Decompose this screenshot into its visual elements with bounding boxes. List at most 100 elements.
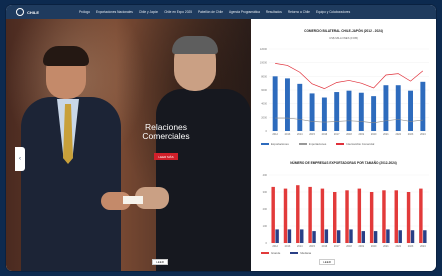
hero-read-button[interactable]: LEER bbox=[152, 259, 168, 265]
x-tick: 2013 bbox=[285, 133, 291, 136]
nav-item-2[interactable]: Chile y Japón bbox=[139, 10, 158, 14]
y-tick: 4000 bbox=[261, 102, 267, 106]
bar-large bbox=[271, 186, 275, 243]
bar-exports bbox=[309, 93, 315, 131]
bar-large bbox=[296, 185, 300, 243]
read-more-button[interactable]: LEER MÁS bbox=[154, 153, 178, 160]
bar-medium bbox=[287, 229, 292, 243]
bar-large bbox=[369, 192, 374, 243]
prev-arrow-icon[interactable]: ‹ bbox=[15, 147, 25, 171]
bar-exports bbox=[408, 90, 413, 131]
x-tick: 2019 bbox=[359, 245, 365, 248]
chart1-title: COMERCIO BILATERAL CHILE-JAPÓN (2012 - 2… bbox=[304, 29, 383, 33]
nav-item-1[interactable]: Exportaciones Nacionales bbox=[96, 10, 133, 14]
person-left-photo bbox=[21, 46, 121, 271]
chart1-legend: Exportaciones Importaciones Intercambio … bbox=[261, 142, 374, 146]
x-tick: 2013 bbox=[285, 245, 291, 248]
logo-icon bbox=[16, 8, 24, 16]
x-tick: 2015 bbox=[309, 133, 315, 136]
y-tick: 200 bbox=[263, 207, 268, 211]
x-tick: 2020 bbox=[371, 133, 377, 136]
bar-medium bbox=[398, 230, 402, 243]
bar-exports bbox=[321, 97, 327, 131]
y-tick: 300 bbox=[263, 190, 268, 194]
x-tick: 2019 bbox=[359, 133, 365, 136]
legend-exports: Exportaciones bbox=[261, 142, 289, 146]
x-tick: 2018 bbox=[346, 245, 352, 248]
bar-exports bbox=[272, 76, 278, 131]
bar-exports bbox=[334, 92, 340, 131]
y-tick: 2000 bbox=[261, 115, 267, 119]
bar-medium bbox=[275, 229, 279, 243]
charts-panel: COMERCIO BILATERAL CHILE-JAPÓN (2012 - 2… bbox=[251, 19, 436, 271]
bar-exports bbox=[371, 96, 377, 131]
y-tick: 100 bbox=[263, 224, 268, 228]
x-tick: 2016 bbox=[322, 133, 328, 136]
bar-exports bbox=[346, 90, 352, 131]
x-tick: 2012 bbox=[272, 245, 278, 248]
x-tick: 2021 bbox=[383, 245, 389, 248]
x-tick: 2017 bbox=[334, 245, 340, 248]
bar-medium bbox=[336, 230, 341, 243]
handshake-photo bbox=[101, 187, 171, 217]
bar-exports bbox=[297, 83, 303, 131]
bar-large bbox=[345, 190, 349, 243]
x-tick: 2022 bbox=[395, 245, 401, 248]
chart1-svg: 0 2000 4000 6000 8000 10000 12000 2012 2013 2014 2… bbox=[260, 47, 429, 136]
nav-item-5[interactable]: Agenda Programática bbox=[229, 10, 260, 14]
x-tick: 2018 bbox=[346, 133, 352, 136]
bar-medium bbox=[386, 229, 390, 243]
bar-medium bbox=[324, 229, 329, 243]
bar-medium bbox=[373, 231, 378, 243]
logo[interactable]: CHILE bbox=[16, 8, 39, 16]
bar-large bbox=[308, 186, 312, 243]
nav-item-3[interactable]: Chile en Expo 2025 bbox=[164, 10, 192, 14]
bar-medium bbox=[312, 231, 316, 243]
x-tick: 2016 bbox=[322, 245, 328, 248]
top-navigation: CHILE Prólogo Exportaciones Nacionales Chi… bbox=[6, 5, 436, 19]
x-tick: 2024 bbox=[420, 245, 426, 248]
y-tick: 8000 bbox=[261, 74, 267, 78]
bar-large bbox=[406, 192, 411, 243]
x-tick: 2023 bbox=[408, 245, 414, 248]
x-tick: 2017 bbox=[334, 133, 340, 136]
x-tick: 2015 bbox=[309, 245, 315, 248]
nav-menu: Prólogo Exportaciones Nacionales Chile y J… bbox=[79, 10, 350, 14]
chart2-legend: Grande Mediana bbox=[261, 251, 311, 255]
bar-large bbox=[382, 190, 386, 243]
x-tick: 2021 bbox=[383, 133, 389, 136]
nav-item-6[interactable]: Resultados bbox=[266, 10, 282, 14]
bar-large bbox=[320, 188, 325, 243]
x-tick: 2022 bbox=[395, 133, 401, 136]
bar-exports bbox=[285, 78, 290, 131]
bar-large bbox=[357, 188, 362, 243]
legend-imports: Importaciones bbox=[298, 142, 326, 146]
bar-large bbox=[419, 188, 423, 243]
bar-medium bbox=[300, 229, 304, 243]
y-tick: 0 bbox=[266, 241, 268, 245]
nav-item-4[interactable]: Pabellón de Chile bbox=[198, 10, 223, 14]
chart2-svg: 0 100 200 300 400 2012 2013 2014 2015 2016 2017 201… bbox=[263, 173, 429, 248]
hero-section: Relaciones Comerciales LEER MÁS ‹ LEER bbox=[6, 19, 251, 271]
charts-read-button[interactable]: LEER bbox=[319, 259, 335, 265]
nav-item-7[interactable]: Retorno a Chile bbox=[288, 10, 310, 14]
bar-large bbox=[333, 192, 337, 243]
bar-medium bbox=[349, 229, 353, 243]
bar-medium bbox=[423, 230, 427, 243]
x-tick: 2012 bbox=[272, 133, 278, 136]
nav-item-8[interactable]: Equipo y Colaboradores bbox=[316, 10, 350, 14]
hero-title: Relaciones Comerciales bbox=[142, 122, 190, 141]
bar-medium bbox=[410, 230, 415, 243]
nav-item-0[interactable]: Prólogo bbox=[79, 10, 90, 14]
chart2-title: NÚMERO DE EMPRESAS EXPORTADORAS POR TAMA… bbox=[290, 161, 397, 165]
screenshot-frame: CHILE Prólogo Exportaciones Nacionales Chi… bbox=[6, 5, 436, 271]
y-tick: 10000 bbox=[260, 61, 268, 65]
x-tick: 2014 bbox=[297, 245, 303, 248]
y-tick: 400 bbox=[263, 173, 268, 177]
bar-exports bbox=[383, 85, 389, 131]
x-tick: 2014 bbox=[297, 133, 303, 136]
legend-trade: Intercambio Comercial bbox=[336, 142, 374, 146]
legend-large: Grande bbox=[261, 251, 280, 255]
x-tick: 2024 bbox=[420, 133, 426, 136]
x-tick: 2023 bbox=[408, 133, 414, 136]
